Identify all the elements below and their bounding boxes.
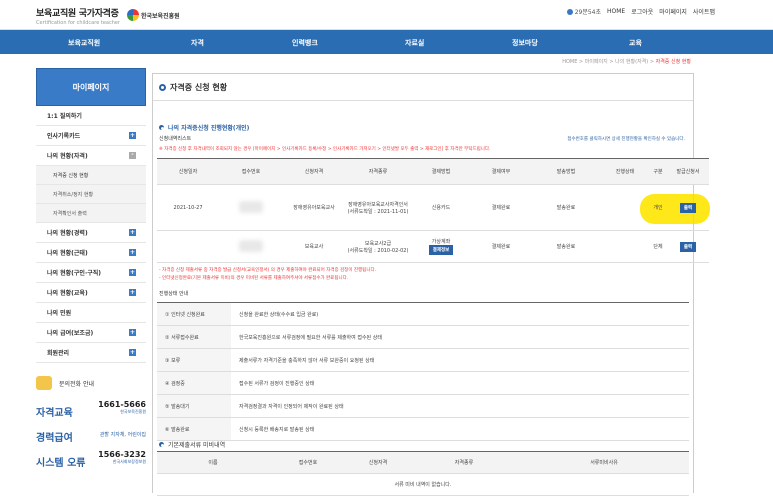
help-contacts: 문의전화 안내 자격교육 1661-5666 한국보육진흥원 경력급여 관할 지자체,…	[36, 372, 146, 469]
table-row: ③ 보류 제출서류가 자격기준을 충족하지 않아 서류 보완중이 요청된 상태	[157, 348, 689, 372]
payment-info-button[interactable]: 결제정보	[428, 245, 454, 255]
site-title: 보육교직원 국가자격증	[36, 9, 119, 19]
bullet-icon	[159, 83, 166, 91]
header: 보육교직원 국가자격증 Certification for childcare …	[0, 0, 773, 30]
sidebar: 마이페이지 1:1 질의하기 인사기록카드 + 나의 현황(자격) - 자격증 신청…	[36, 68, 146, 363]
info-note: 접수번호를 클릭하시면 상세 진행현황을 확인하실 수 있습니다.	[567, 137, 685, 142]
print-button[interactable]: 출력	[679, 241, 697, 252]
link-sitemap[interactable]: 사이트맵	[693, 7, 715, 16]
nav-teachers[interactable]: 보육교직원	[68, 38, 100, 48]
empty-message: 서류 미비 내역이 없습니다.	[157, 473, 689, 496]
table-row: ④ 검정중 접수된 서류가 검정이 진행중인 상태	[157, 371, 689, 395]
link-logout[interactable]: 로그아웃	[631, 7, 653, 16]
org-logo[interactable]: 한국보육진흥원	[127, 9, 180, 21]
subitem-cancel-status[interactable]: 자격취소/정지 현황	[36, 185, 146, 204]
subitem-cert-print[interactable]: 자격확인서 출력	[36, 204, 146, 223]
missing-docs-table: 이름 접수번호 신청자격 자격종류 서류미비사유 서류 미비 내역이 없습니다.	[157, 451, 689, 496]
redacted	[239, 200, 263, 213]
warning-text: ※ 자격증 신청 후 자격내역이 조회되지 않는 경우 [마이페이지 > 인사기…	[159, 147, 491, 152]
table-row: ② 서류접수완료 한국보육진흥원으로 서류검정에 필요한 서류를 제출하여 접수된…	[157, 325, 689, 349]
sidebar-item-member[interactable]: 회원관리 +	[36, 343, 146, 363]
site-logo[interactable]: 보육교직원 국가자격증 Certification for childcare …	[36, 6, 120, 26]
sidebar-item-salary[interactable]: 나의 급여(보조금) +	[36, 323, 146, 343]
receipt-number[interactable]	[219, 230, 283, 263]
sidebar-item-status-attendance[interactable]: 나의 현황(근태) +	[36, 243, 146, 263]
receipt-number[interactable]	[219, 184, 283, 231]
collapse-icon: -	[129, 152, 136, 159]
help-caption: 문의전화 안내	[36, 372, 146, 394]
table-row: ① 인터넷 신청완료 신청을 완료한 상태(수수료 입금 완료)	[157, 302, 689, 326]
sidebar-item-status-qual[interactable]: 나의 현황(자격) -	[36, 146, 146, 166]
section-title: 기본제출서류 미비내역	[159, 440, 225, 449]
site-subtitle: Certification for childcare teacher	[36, 20, 121, 26]
bullet-icon	[159, 125, 164, 130]
sidebar-item-status-career[interactable]: 나의 현황(경력) +	[36, 223, 146, 243]
table-row: 2021-10-27 장애영유아보육교사 장애영유아보육교사자격인서 (서류도착…	[157, 184, 709, 231]
contact-row: 자격교육 1661-5666 한국보육진흥원	[36, 400, 146, 419]
table-row: 서류 미비 내역이 없습니다.	[157, 473, 689, 496]
link-mypage[interactable]: 마이페이지	[659, 7, 687, 16]
nav-qualification[interactable]: 자격	[191, 38, 204, 48]
list-caption: 신청내역리스트	[159, 136, 192, 142]
table-row: 보육교사 보육교사2급 (서류도착일 : 2010-02-02) 가상계좌 결제정…	[157, 230, 709, 263]
content-panel: 자격증 신청 현황 나의 자격증신청 진행현황(개인) 신청내역리스트 접수번호…	[152, 73, 709, 496]
breadcrumb: HOME > 마이페이지 > 나의 현황(자격) > 자격증 신청 현황	[562, 59, 691, 65]
application-table: 신청일자 접수번호 신청자격 자격종류 결제방법 결제여부 발송방법 진행상태 구분 발급신청서 …	[157, 158, 709, 263]
sidebar-item-complaints[interactable]: 나의 민원	[36, 303, 146, 323]
nav-library[interactable]: 자료실	[405, 38, 424, 48]
phone-icon	[36, 376, 52, 390]
table-row: ⑥ 발송완료 신청시 등록한 배송지로 발송된 상태	[157, 417, 689, 441]
session-timer: 29분54초	[567, 7, 601, 16]
expand-icon: +	[129, 269, 136, 276]
link-home[interactable]: HOME	[607, 8, 625, 15]
bullet-icon	[159, 442, 164, 447]
main-nav: 보육교직원 자격 인력뱅크 자료실 정보마당 교육	[0, 30, 773, 54]
util-links: 29분54초 HOME 로그아웃 마이페이지 사이트맵	[567, 7, 715, 16]
status-guide-title: 진행상태 안내	[159, 291, 189, 297]
print-button[interactable]: 출력	[679, 202, 697, 213]
page-title: 자격증 신청 현황	[153, 74, 693, 101]
table-row: ⑤ 발송대기 자격검정결과 자격이 인정되어 제작이 완료된 상태	[157, 394, 689, 418]
table-header: 이름 접수번호 신청자격 자격종류 서류미비사유	[157, 451, 689, 474]
nav-jobbank[interactable]: 인력뱅크	[292, 38, 318, 48]
redacted	[239, 239, 263, 252]
warning-text: - 자격증 신청 제출서류 중 자격증 발급 신청서(교육인정서) 의 경우 제…	[159, 268, 377, 281]
sidebar-item-personnel[interactable]: 인사기록카드 +	[36, 126, 146, 146]
nav-education[interactable]: 교육	[629, 38, 642, 48]
subitem-cert-status[interactable]: 자격증 신청 현황	[36, 166, 146, 185]
sidebar-title: 마이페이지	[36, 68, 146, 106]
org-emblem-icon	[127, 9, 139, 21]
sidebar-item-inquiry[interactable]: 1:1 질의하기	[36, 106, 146, 126]
sidebar-item-status-jobs[interactable]: 나의 현황(구인·구직) +	[36, 263, 146, 283]
contact-row: 시스템 오류 1566-3232 한국사회보장정보원	[36, 450, 146, 469]
expand-icon: +	[129, 249, 136, 256]
expand-icon: +	[129, 289, 136, 296]
expand-icon: +	[129, 229, 136, 236]
table-header: 신청일자 접수번호 신청자격 자격종류 결제방법 결제여부 발송방법 진행상태 구분 발급신청서	[157, 158, 709, 185]
sidebar-item-status-edu[interactable]: 나의 현황(교육) +	[36, 283, 146, 303]
expand-icon: +	[129, 349, 136, 356]
expand-icon: +	[129, 329, 136, 336]
nav-info[interactable]: 정보마당	[512, 38, 538, 48]
contact-row: 경력급여 관할 지자체, 어린이집	[36, 432, 146, 444]
status-guide-table: ① 인터넷 신청완료 신청을 완료한 상태(수수료 입금 완료) ② 서류접수완료…	[157, 302, 689, 441]
expand-icon: +	[129, 132, 136, 139]
section-title: 나의 자격증신청 진행현황(개인)	[159, 123, 249, 132]
